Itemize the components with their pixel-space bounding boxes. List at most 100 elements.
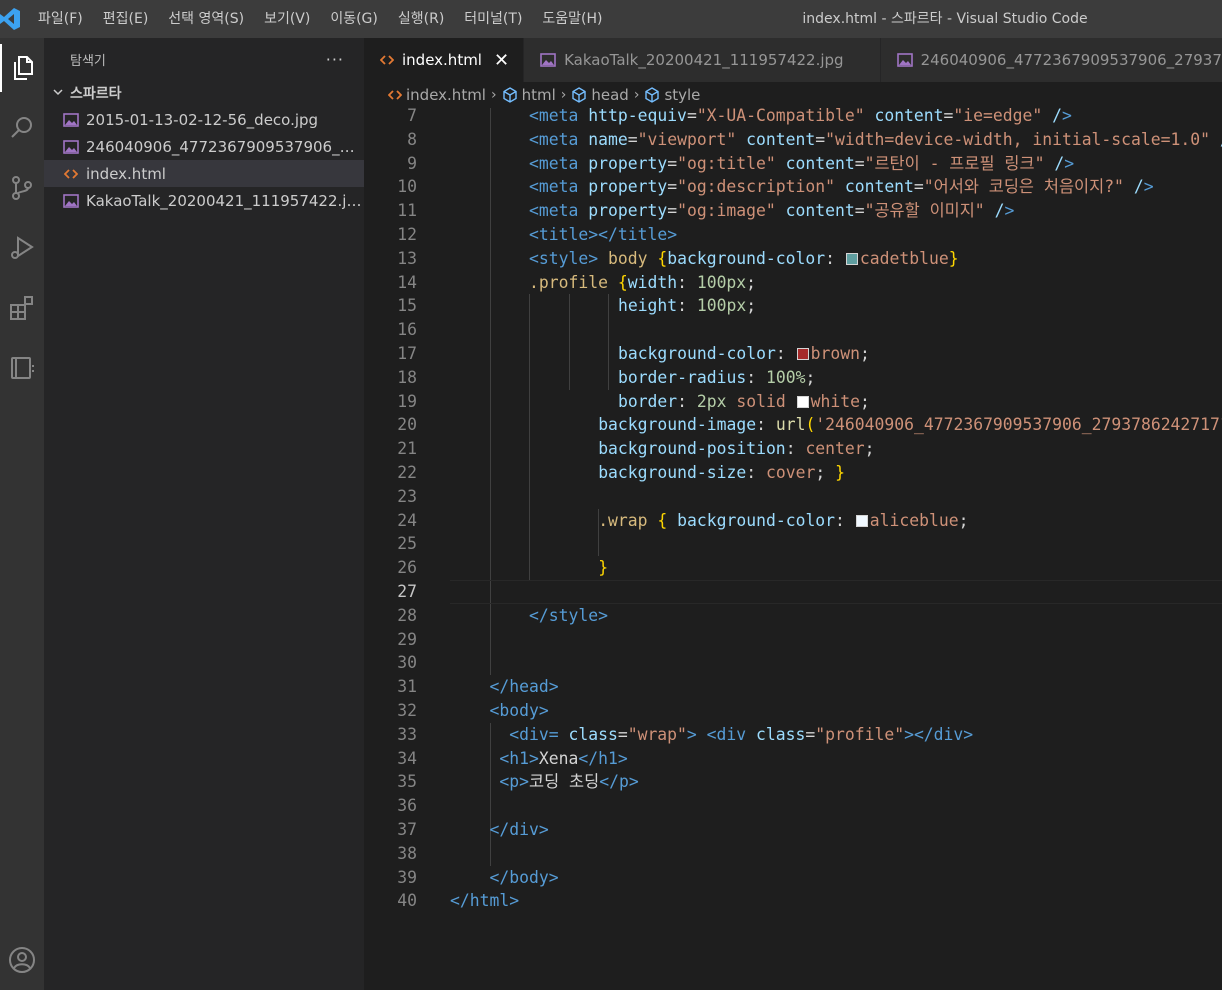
code-line[interactable]: 17 background-color: brown;: [364, 342, 1222, 366]
line-number: 32: [397, 701, 417, 720]
tab-index-html[interactable]: index.html ✕: [364, 38, 525, 82]
line-number: 22: [397, 463, 417, 482]
code-line[interactable]: 23: [364, 485, 1222, 509]
chevron-right-icon: ›: [633, 87, 640, 103]
code-line[interactable]: 18 border-radius: 100%;: [364, 366, 1222, 390]
color-swatch[interactable]: [796, 395, 809, 408]
code-line[interactable]: 31 </head>: [364, 675, 1222, 699]
file-item-246040906-jpg[interactable]: 246040906_4772367909537906_279...: [44, 133, 364, 160]
line-number: 15: [397, 296, 417, 316]
folder-name: 스파르타: [70, 86, 122, 102]
file-item-kakaotalk-jpg[interactable]: KakaoTalk_20200421_111957422.jpg: [44, 187, 364, 214]
code-line[interactable]: 34 <h1>Xena</h1>: [364, 747, 1222, 771]
color-swatch[interactable]: [855, 514, 868, 527]
code-line[interactable]: 30: [364, 651, 1222, 675]
code-line[interactable]: 32 <body>: [364, 699, 1222, 723]
close-icon[interactable]: ✕: [494, 50, 509, 71]
code-line[interactable]: 16: [364, 318, 1222, 342]
code-text: </div>: [489, 820, 549, 839]
code-text: border-radius: 100%;: [617, 367, 816, 387]
extensions-icon[interactable]: [0, 284, 44, 332]
code-line[interactable]: 29: [364, 628, 1222, 652]
code-line[interactable]: 39 </body>: [364, 866, 1222, 890]
code-line[interactable]: 12 <title></title>: [364, 223, 1222, 247]
menu-file[interactable]: 파일(F): [28, 0, 93, 38]
code-line[interactable]: 10 <meta property="og:description" conten…: [364, 175, 1222, 199]
code-line[interactable]: 27: [364, 580, 1222, 604]
chevron-down-icon: [50, 86, 66, 101]
title-bar: 파일(F) 편집(E) 선택 영역(S) 보기(V) 이동(G) 실행(R) 터…: [0, 0, 1222, 38]
line-number: 10: [397, 177, 417, 197]
breadcrumb-file[interactable]: index.html: [388, 86, 486, 104]
file-item-index-html[interactable]: index.html: [44, 160, 364, 187]
code-text: <meta name="viewport" content="width=dev…: [529, 129, 1222, 149]
html-file-icon: [380, 54, 394, 66]
code-text: <div= class="wrap"> <div class="profile"…: [509, 724, 974, 744]
search-icon[interactable]: [0, 104, 44, 152]
menu-edit[interactable]: 편집(E): [93, 0, 159, 38]
code-text: <h1>Xena</h1>: [499, 748, 628, 768]
code-line[interactable]: 24 .wrap { background-color: aliceblue;: [364, 509, 1222, 533]
line-number: 30: [397, 653, 417, 673]
code-line[interactable]: 40 </html>: [364, 889, 1222, 913]
tab-kakaotalk-jpg[interactable]: KakaoTalk_20200421_111957422.jpg: [524, 38, 881, 82]
code-line[interactable]: 33 <div= class="wrap"> <div class="profil…: [364, 723, 1222, 747]
menu-view[interactable]: 보기(V): [254, 0, 320, 38]
line-number: 20: [397, 415, 417, 435]
code-editor[interactable]: 7 <meta http-equiv="X-UA-Compatible" cont…: [364, 108, 1222, 990]
line-number: 28: [397, 605, 417, 625]
code-text: height: 100px;: [617, 296, 757, 316]
code-line[interactable]: 9 <meta property="og:title" content="르탄이 …: [364, 152, 1222, 176]
code-line[interactable]: 36: [364, 794, 1222, 818]
code-line[interactable]: 28 </style>: [364, 604, 1222, 628]
code-line[interactable]: 11 <meta property="og:image" content="공유할…: [364, 199, 1222, 223]
tab-label: index.html: [402, 51, 482, 69]
menu-go[interactable]: 이동(G): [320, 0, 388, 38]
code-line[interactable]: 7 <meta http-equiv="X-UA-Compatible" cont…: [364, 108, 1222, 128]
code-text: background-position: center;: [598, 439, 875, 459]
source-control-icon[interactable]: [0, 164, 44, 212]
explorer-icon[interactable]: [0, 44, 44, 92]
code-line[interactable]: 20 background-image: url('246040906_47723…: [364, 413, 1222, 437]
code-text: <meta property="og:image" content="공유할 이…: [529, 201, 1015, 221]
more-actions-icon[interactable]: ···: [326, 50, 344, 69]
line-number: 21: [397, 439, 417, 459]
line-number: 29: [397, 629, 417, 649]
menu-selection[interactable]: 선택 영역(S): [158, 0, 254, 38]
account-icon[interactable]: [0, 936, 44, 984]
line-number: 12: [397, 225, 417, 244]
breadcrumb-html[interactable]: html: [502, 86, 556, 104]
line-number: 23: [397, 486, 417, 506]
code-text: <meta property="og:title" content="르탄이 -…: [529, 153, 1075, 173]
breadcrumb-head[interactable]: head: [571, 86, 629, 104]
code-line[interactable]: 37 </div>: [364, 818, 1222, 842]
explorer-sidebar: 탐색기 ··· 스파르타 2015-01-13-02-12-56_deco.jp…: [44, 38, 364, 990]
folder-spartan[interactable]: 스파르타: [44, 80, 364, 106]
color-swatch[interactable]: [845, 252, 858, 265]
html-file-icon: [62, 165, 80, 183]
tab-246040906-jpg[interactable]: 246040906_4772367909537906_2793786242710: [880, 38, 1222, 82]
code-line[interactable]: 14 .profile {width: 100px;: [364, 271, 1222, 295]
menu-terminal[interactable]: 터미널(T): [454, 0, 532, 38]
line-number: 38: [397, 843, 417, 863]
code-line[interactable]: 25: [364, 532, 1222, 556]
menu-run[interactable]: 실행(R): [388, 0, 454, 38]
line-number: 19: [397, 391, 417, 411]
code-line[interactable]: 19 border: 2px solid white;: [364, 390, 1222, 414]
code-text: background-color: brown;: [617, 344, 870, 363]
code-line[interactable]: 8 <meta name="viewport" content="width=de…: [364, 128, 1222, 152]
menu-help[interactable]: 도움말(H): [532, 0, 612, 38]
code-line[interactable]: 38: [364, 842, 1222, 866]
color-swatch[interactable]: [796, 348, 809, 360]
code-line[interactable]: 35 <p>코딩 초딩</p>: [364, 770, 1222, 794]
file-item-deco-jpg[interactable]: 2015-01-13-02-12-56_deco.jpg: [44, 106, 364, 133]
code-line[interactable]: 22 background-size: cover; }: [364, 461, 1222, 485]
line-number: 36: [397, 796, 417, 816]
run-debug-icon[interactable]: [0, 224, 44, 272]
code-line[interactable]: 13 <style> body {background-color: cadetb…: [364, 247, 1222, 271]
code-line[interactable]: 21 background-position: center;: [364, 437, 1222, 461]
remote-explorer-icon[interactable]: [0, 344, 44, 392]
code-line[interactable]: 26}: [364, 556, 1222, 580]
breadcrumb-style[interactable]: style: [644, 86, 700, 104]
code-line[interactable]: 15 height: 100px;: [364, 294, 1222, 318]
